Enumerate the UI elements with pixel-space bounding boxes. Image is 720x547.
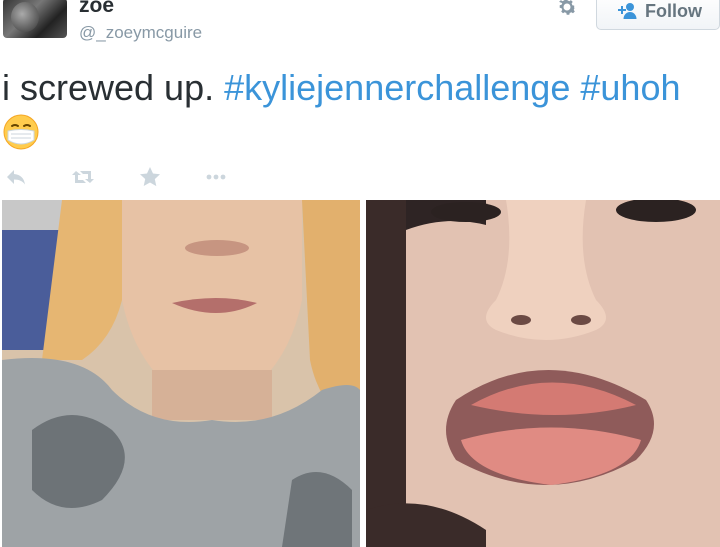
tweet-photo-selfie[interactable]	[2, 200, 360, 547]
follow-button[interactable]: Follow	[596, 0, 720, 30]
tweet-text: i screwed up. #kyliejennerchallenge #uho…	[2, 66, 680, 110]
more-dots-icon[interactable]	[203, 164, 229, 190]
gear-icon[interactable]	[555, 0, 579, 19]
follow-label: Follow	[645, 0, 702, 21]
photo-lips-image	[366, 200, 720, 547]
display-name[interactable]: zoe	[79, 0, 114, 18]
tweet-text-plain: i screwed up.	[2, 67, 225, 108]
photo-selfie-image	[2, 200, 360, 547]
user-handle[interactable]: @_zoeymcguire	[79, 23, 202, 43]
tweet-photo-lips[interactable]	[366, 200, 720, 547]
reply-icon[interactable]	[4, 164, 30, 190]
medical-mask-emoji-icon	[3, 114, 39, 150]
retweet-icon[interactable]	[70, 164, 96, 190]
hashtag-link-uhoh[interactable]: #uhoh	[580, 67, 680, 108]
add-user-icon	[618, 3, 637, 19]
hashtag-link-kyliejennerchallenge[interactable]: #kyliejennerchallenge	[224, 67, 570, 108]
favorite-star-icon[interactable]	[137, 164, 163, 190]
avatar[interactable]	[3, 0, 67, 38]
